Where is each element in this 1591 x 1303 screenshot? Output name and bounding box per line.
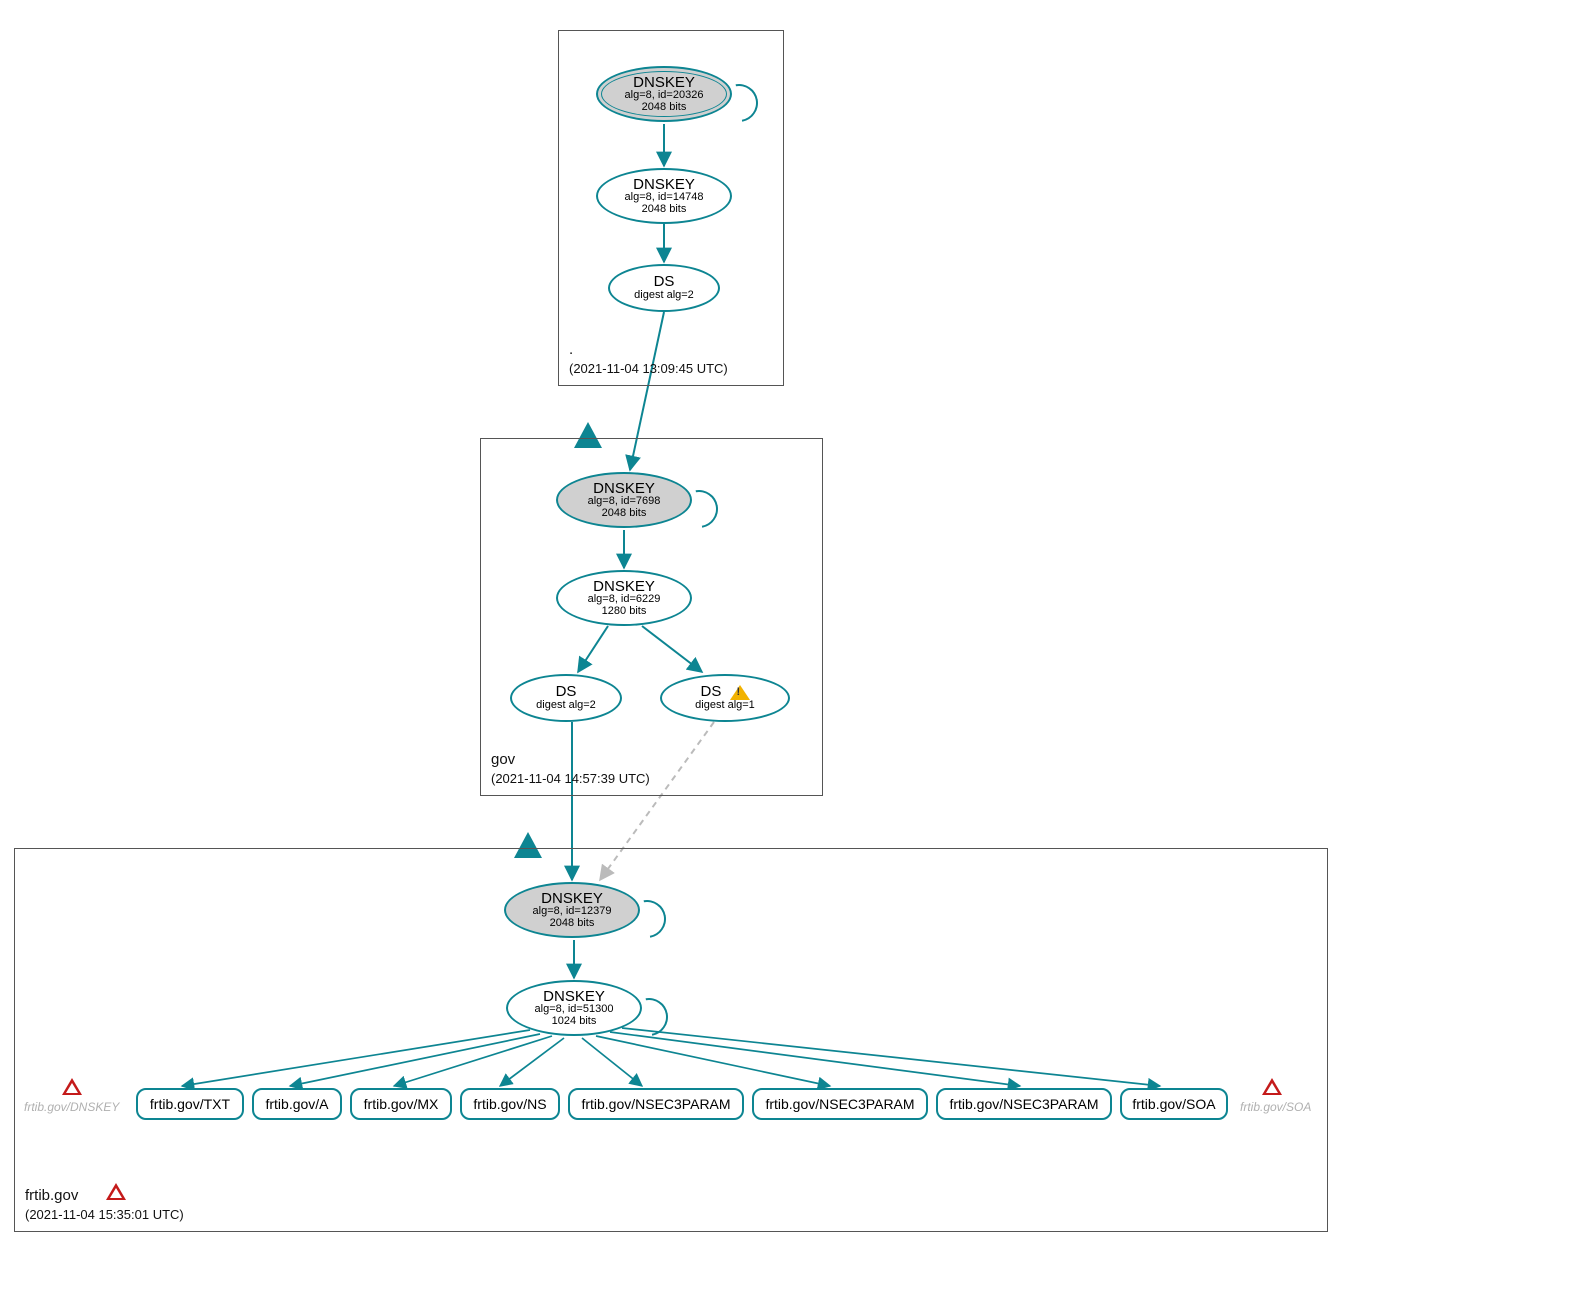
- node-line2: 2048 bits: [602, 508, 647, 520]
- record-soa: frtib.gov/SOA: [1120, 1088, 1228, 1120]
- node-line1: alg=8, id=20326: [625, 90, 704, 102]
- node-title: DNSKEY: [633, 75, 695, 91]
- node-root-zsk: DNSKEY alg=8, id=14748 2048 bits: [596, 168, 732, 224]
- zone-ts-root: (2021-11-04 13:09:45 UTC): [569, 361, 728, 376]
- node-gov-ksk: DNSKEY alg=8, id=7698 2048 bits: [556, 472, 692, 528]
- node-line2: 2048 bits: [550, 918, 595, 930]
- node-line2: 1280 bits: [602, 606, 647, 618]
- node-line2: 2048 bits: [642, 204, 687, 216]
- dnssec-diagram: . (2021-11-04 13:09:45 UTC) DNSKEY alg=8…: [0, 0, 1591, 1303]
- node-title: DS: [556, 684, 577, 700]
- node-line1: digest alg=2: [634, 290, 694, 302]
- warning-icon: [1262, 1078, 1282, 1095]
- node-line1: digest alg=2: [536, 700, 596, 712]
- zone-name-frtib: frtib.gov: [25, 1187, 78, 1204]
- record-a: frtib.gov/A: [252, 1088, 342, 1120]
- node-frtib-zsk: DNSKEY alg=8, id=51300 1024 bits: [506, 980, 642, 1036]
- record-nsec3param-2: frtib.gov/NSEC3PARAM: [752, 1088, 928, 1120]
- node-gov-ds1: DS digest alg=1: [660, 674, 790, 722]
- node-title: DNSKEY: [593, 579, 655, 595]
- warning-icon: [62, 1078, 82, 1095]
- node-line2: 2048 bits: [642, 102, 687, 114]
- node-title: DS: [700, 684, 749, 700]
- node-title: DS: [654, 274, 675, 290]
- node-line2: 1024 bits: [552, 1016, 597, 1028]
- ghost-dnskey: frtib.gov/DNSKEY: [24, 1100, 119, 1114]
- warning-icon: [106, 1183, 126, 1200]
- node-line1: digest alg=1: [695, 700, 755, 712]
- node-title: DNSKEY: [543, 989, 605, 1005]
- node-gov-ds2: DS digest alg=2: [510, 674, 622, 722]
- warning-icon: [730, 685, 750, 700]
- record-nsec3param-1: frtib.gov/NSEC3PARAM: [568, 1088, 744, 1120]
- node-root-ksk: DNSKEY alg=8, id=20326 2048 bits: [596, 66, 732, 122]
- zone-name-root: .: [569, 341, 573, 358]
- record-ns: frtib.gov/NS: [460, 1088, 560, 1120]
- node-root-ds: DS digest alg=2: [608, 264, 720, 312]
- node-gov-zsk: DNSKEY alg=8, id=6229 1280 bits: [556, 570, 692, 626]
- zone-ts-frtib: (2021-11-04 15:35:01 UTC): [25, 1207, 184, 1222]
- record-nsec3param-3: frtib.gov/NSEC3PARAM: [936, 1088, 1112, 1120]
- node-title: DNSKEY: [633, 177, 695, 193]
- zone-ts-gov: (2021-11-04 14:57:39 UTC): [491, 771, 650, 786]
- ds-label: DS: [700, 683, 721, 700]
- zone-name-gov: gov: [491, 751, 515, 768]
- record-txt: frtib.gov/TXT: [136, 1088, 244, 1120]
- node-title: DNSKEY: [593, 481, 655, 497]
- node-title: DNSKEY: [541, 891, 603, 907]
- node-frtib-ksk: DNSKEY alg=8, id=12379 2048 bits: [504, 882, 640, 938]
- zone-box-frtib: frtib.gov (2021-11-04 15:35:01 UTC): [14, 848, 1328, 1232]
- ghost-soa: frtib.gov/SOA: [1240, 1100, 1311, 1114]
- record-mx: frtib.gov/MX: [350, 1088, 452, 1120]
